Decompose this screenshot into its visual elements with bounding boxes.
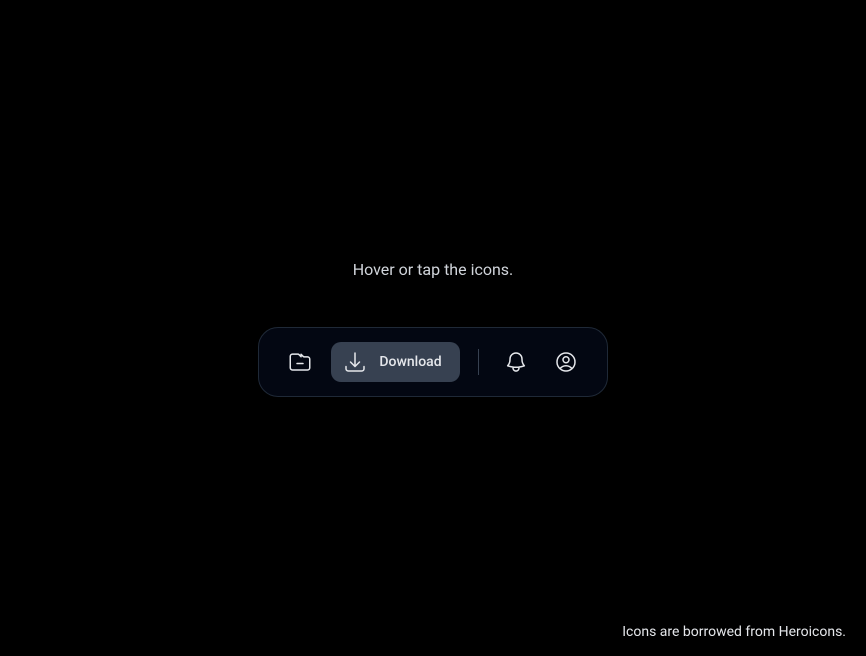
folder-minus-icon	[288, 350, 312, 374]
instruction-text: Hover or tap the icons.	[353, 260, 514, 279]
notifications-button[interactable]	[497, 343, 535, 381]
footer-credit: Icons are borrowed from Heroicons.	[622, 624, 846, 640]
remove-folder-button[interactable]	[281, 343, 319, 381]
profile-button[interactable]	[547, 343, 585, 381]
icon-toolbar: Download	[258, 327, 607, 397]
bell-icon	[504, 350, 528, 374]
arrow-down-tray-icon	[343, 350, 367, 374]
toolbar-divider	[478, 349, 479, 375]
download-label: Download	[379, 354, 441, 370]
download-button[interactable]: Download	[331, 342, 459, 382]
user-circle-icon	[554, 350, 578, 374]
